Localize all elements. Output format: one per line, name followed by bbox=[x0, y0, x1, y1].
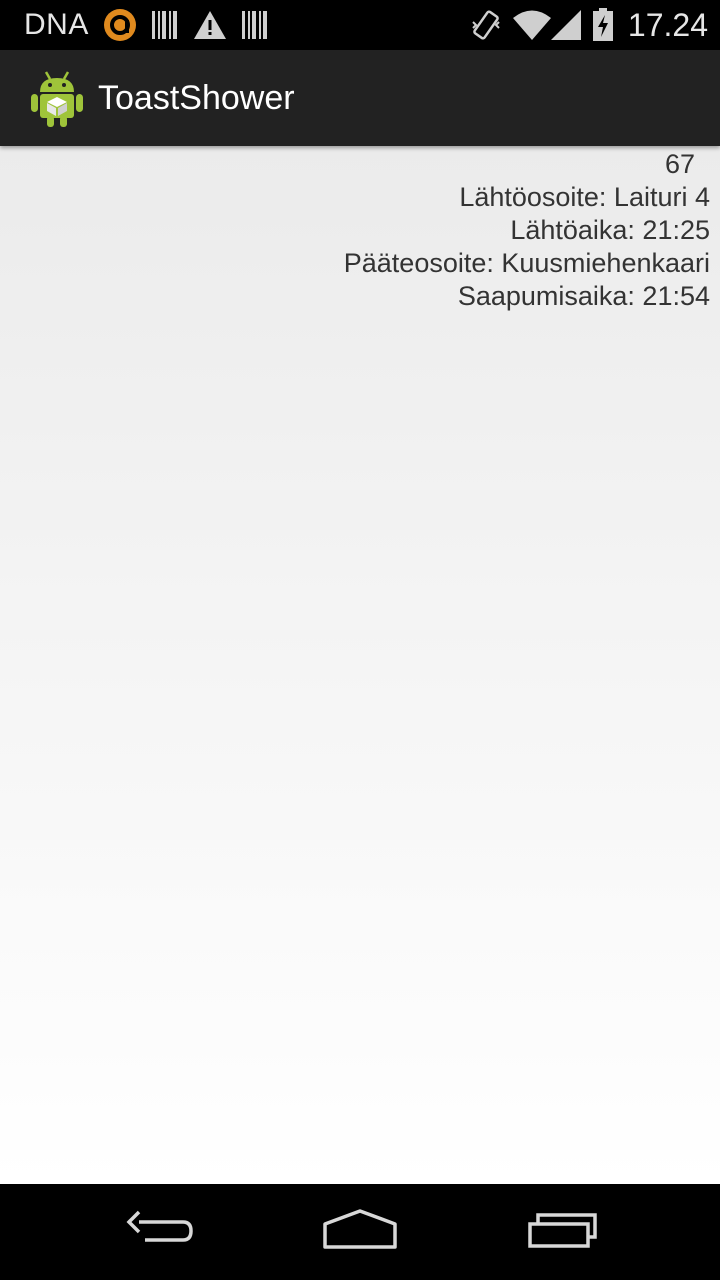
departure-time: Lähtöaika: 21:25 bbox=[510, 215, 710, 245]
main-content: 67 Lähtöosoite: Laituri 4 Lähtöaika: 21:… bbox=[0, 146, 720, 1184]
navigation-bar bbox=[0, 1184, 720, 1280]
arrival-time: Saapumisaika: 21:54 bbox=[457, 281, 710, 311]
recent-apps-icon bbox=[526, 1210, 598, 1255]
home-button[interactable] bbox=[300, 1184, 420, 1280]
departure-address: Lähtöosoite: Laituri 4 bbox=[459, 182, 710, 212]
trip-info: 67 Lähtöosoite: Laituri 4 Lähtöaika: 21:… bbox=[344, 148, 710, 313]
barcode-icon bbox=[151, 10, 179, 40]
app-title: ToastShower bbox=[98, 79, 295, 117]
back-button[interactable] bbox=[100, 1184, 220, 1280]
action-bar: ToastShower bbox=[0, 50, 720, 146]
barcode-icon bbox=[241, 10, 269, 40]
vibrate-icon bbox=[470, 8, 502, 42]
route-number: 67 bbox=[664, 149, 695, 179]
warning-icon bbox=[193, 10, 227, 40]
destination-address: Pääteosoite: Kuusmiehenkaari bbox=[343, 248, 710, 278]
back-icon bbox=[125, 1210, 195, 1255]
home-icon bbox=[322, 1208, 398, 1256]
android-robot-icon[interactable] bbox=[30, 70, 84, 128]
status-bar: DNA 17.24 bbox=[0, 0, 720, 50]
signal-icon bbox=[548, 9, 582, 41]
carrier-app-icon bbox=[103, 8, 137, 42]
battery-charging-icon bbox=[592, 8, 614, 42]
wifi-icon bbox=[512, 9, 552, 41]
carrier-name: DNA bbox=[24, 8, 89, 41]
status-clock: 17.24 bbox=[627, 6, 708, 43]
recent-apps-button[interactable] bbox=[502, 1184, 622, 1280]
